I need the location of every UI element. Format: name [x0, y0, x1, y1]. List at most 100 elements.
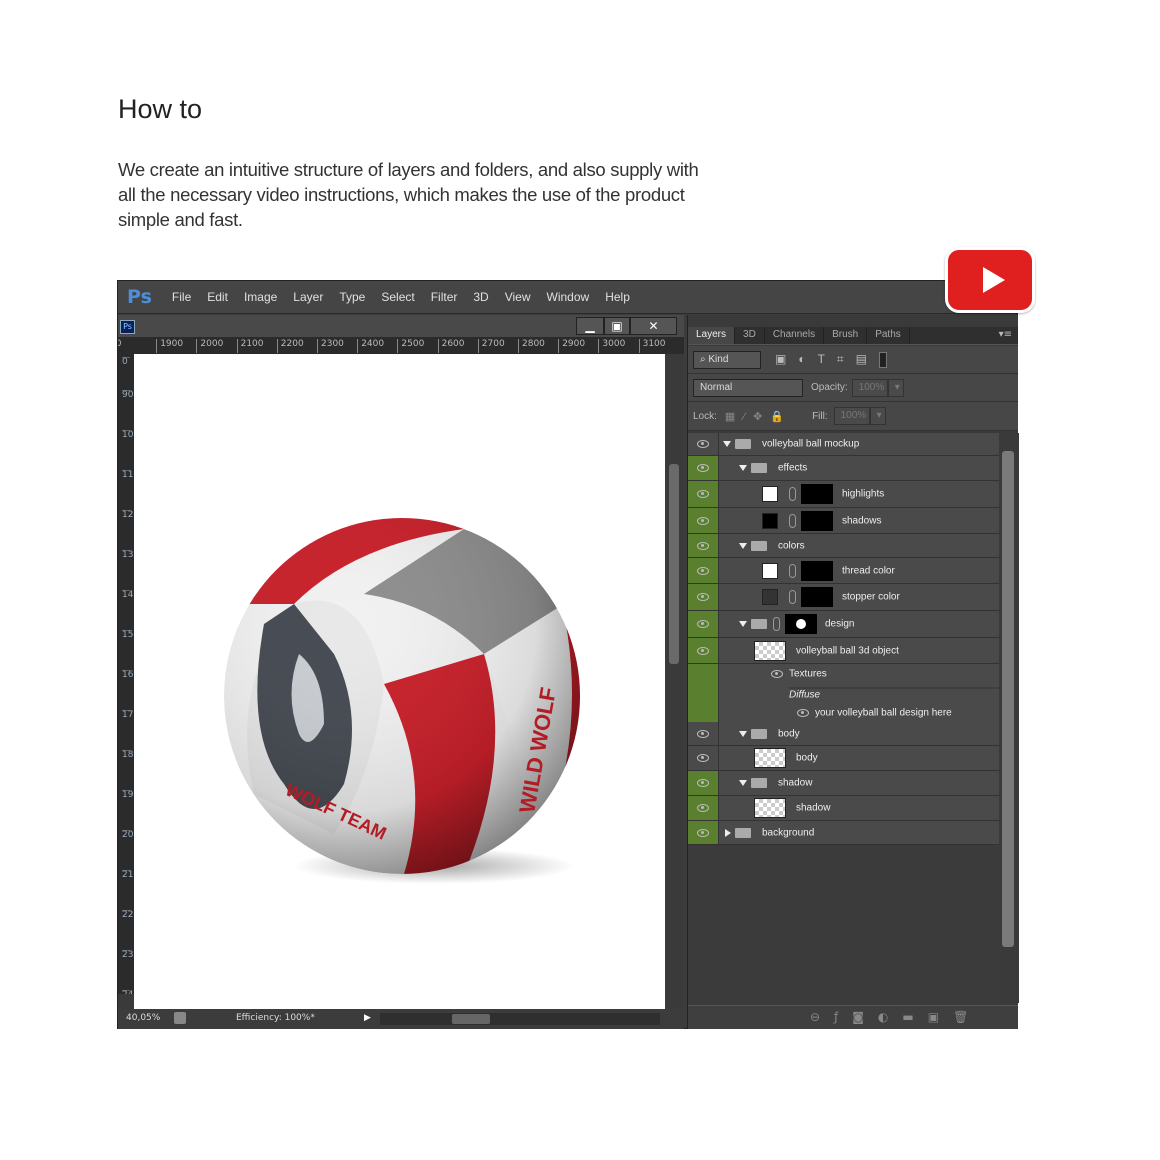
visibility-toggle[interactable] — [688, 638, 719, 663]
lock-icons[interactable]: ▦⁄✥🔒 — [725, 410, 792, 423]
mask-thumbnail[interactable] — [801, 484, 833, 504]
link-icon[interactable] — [789, 487, 796, 501]
opacity-dropdown[interactable]: ▾ — [887, 378, 904, 397]
filter-toggle[interactable] — [879, 351, 888, 368]
expand-arrow-icon[interactable] — [723, 441, 731, 447]
visibility-toggle[interactable] — [688, 481, 719, 507]
expand-arrow-icon[interactable] — [739, 730, 747, 737]
visibility-toggle[interactable] — [688, 508, 719, 533]
layer-row[interactable]: volleyball ball mockup — [688, 433, 999, 456]
menu-edit[interactable]: Edit — [207, 290, 228, 304]
menu-help[interactable]: Help — [605, 290, 630, 304]
mask-thumbnail[interactable] — [801, 510, 833, 531]
mask-thumbnail[interactable] — [801, 587, 833, 607]
visibility-toggle[interactable] — [688, 703, 719, 722]
expand-arrow-icon[interactable] — [739, 542, 747, 549]
visibility-toggle[interactable] — [688, 796, 719, 820]
expand-arrow-icon[interactable] — [739, 465, 747, 471]
menu-view[interactable]: View — [505, 290, 531, 304]
visibility-toggle[interactable] — [688, 821, 719, 844]
visibility-toggle[interactable] — [688, 611, 719, 637]
link-icon[interactable] — [789, 590, 796, 604]
visibility-toggle[interactable] — [688, 664, 719, 684]
menu-image[interactable]: Image — [244, 290, 277, 304]
visibility-toggle[interactable] — [688, 746, 719, 770]
maximize-button[interactable]: ▣ — [604, 317, 630, 335]
layer-row[interactable]: Textures — [688, 664, 999, 684]
adjustment-thumbnail[interactable] — [762, 589, 778, 605]
doc-info-icon[interactable] — [174, 1012, 186, 1024]
link-icon[interactable] — [789, 513, 796, 528]
menu-layer[interactable]: Layer — [293, 290, 323, 304]
adjustment-thumbnail[interactable] — [762, 486, 778, 502]
visibility-toggle[interactable] — [688, 771, 719, 795]
menu-type[interactable]: Type — [339, 290, 365, 304]
layer-row[interactable]: body — [688, 722, 999, 746]
tab-layers[interactable]: Layers — [688, 327, 736, 344]
layer-thumbnail[interactable] — [754, 798, 786, 818]
mask-thumbnail[interactable] — [801, 560, 833, 581]
layers-scrollbar[interactable] — [999, 433, 1019, 1003]
eye-icon[interactable] — [771, 670, 783, 678]
layer-row[interactable]: highlights — [688, 481, 999, 508]
menu-filter[interactable]: Filter — [431, 290, 458, 304]
menu-select[interactable]: Select — [381, 290, 414, 304]
tab-channels[interactable]: Channels — [765, 327, 825, 344]
layer-row[interactable]: colors — [688, 534, 999, 558]
visibility-toggle[interactable] — [688, 584, 719, 610]
vertical-scrollbar[interactable] — [665, 354, 684, 1010]
layer-row[interactable]: background — [688, 821, 999, 845]
layer-row[interactable]: shadow — [688, 796, 999, 821]
filter-type-icons[interactable]: ▣◐T⌗▤ — [775, 352, 879, 367]
layer-row[interactable]: your volleyball ball design here — [688, 703, 999, 722]
expand-arrow-icon[interactable] — [739, 780, 747, 786]
layer-row[interactable]: volleyball ball 3d object — [688, 638, 999, 664]
filter-kind-select[interactable]: ⌕ Kind — [693, 350, 761, 369]
link-icon[interactable] — [773, 617, 780, 631]
layer-row[interactable]: body — [688, 746, 999, 771]
link-icon[interactable] — [789, 563, 796, 578]
collapse-arrow-icon[interactable] — [725, 828, 731, 837]
scroll-thumb[interactable] — [1002, 451, 1014, 947]
canvas[interactable]: WILD WOLF WOLF TEAM — [134, 354, 665, 1010]
tab-paths[interactable]: Paths — [867, 327, 910, 344]
zoom-level[interactable]: 40,05% — [126, 1013, 160, 1023]
layer-thumbnail[interactable] — [754, 748, 786, 768]
layer-row[interactable]: design — [688, 611, 999, 638]
eye-icon[interactable] — [797, 708, 809, 717]
fill-input[interactable]: 100% — [833, 407, 870, 425]
layer-row[interactable]: shadows — [688, 508, 999, 534]
visibility-toggle[interactable] — [688, 722, 719, 745]
tab-brush[interactable]: Brush — [824, 327, 868, 344]
blend-mode-select[interactable]: Normal — [693, 378, 803, 397]
fill-dropdown[interactable]: ▾ — [869, 407, 886, 425]
layer-row[interactable]: shadow — [688, 771, 999, 796]
close-button[interactable]: ✕ — [630, 317, 677, 335]
visibility-toggle[interactable] — [688, 534, 719, 557]
panel-menu-icon[interactable]: ▾≡ — [999, 329, 1012, 340]
layer-row[interactable]: thread color — [688, 558, 999, 584]
visibility-toggle[interactable] — [688, 456, 719, 480]
visibility-toggle[interactable] — [688, 558, 719, 583]
menu-3d[interactable]: 3D — [473, 290, 488, 304]
visibility-toggle[interactable] — [688, 684, 719, 703]
layer-thumbnail[interactable] — [754, 640, 786, 661]
visibility-toggle[interactable] — [688, 433, 719, 455]
minimize-button[interactable]: ▁ — [576, 317, 604, 335]
adjustment-thumbnail[interactable] — [762, 562, 778, 579]
tab-3d[interactable]: 3D — [735, 327, 765, 344]
adjustment-thumbnail[interactable] — [762, 512, 778, 529]
layer-row[interactable]: effects — [688, 456, 999, 481]
youtube-play-icon[interactable] — [945, 247, 1035, 313]
layer-row[interactable]: Diffuse — [688, 684, 999, 703]
menu-file[interactable]: File — [172, 290, 191, 304]
horizontal-scrollbar[interactable] — [380, 1013, 660, 1025]
layer-row[interactable]: stopper color — [688, 584, 999, 611]
layer-action-icons[interactable]: ⊖ƒ◙◐▬▣🗑 — [810, 1010, 982, 1024]
scroll-thumb[interactable] — [669, 464, 679, 664]
mask-thumbnail[interactable] — [785, 614, 817, 634]
status-menu-arrow-icon[interactable]: ▶ — [364, 1013, 371, 1023]
opacity-input[interactable]: 100% — [851, 378, 888, 397]
expand-arrow-icon[interactable] — [739, 621, 747, 627]
menu-window[interactable]: Window — [547, 290, 590, 304]
